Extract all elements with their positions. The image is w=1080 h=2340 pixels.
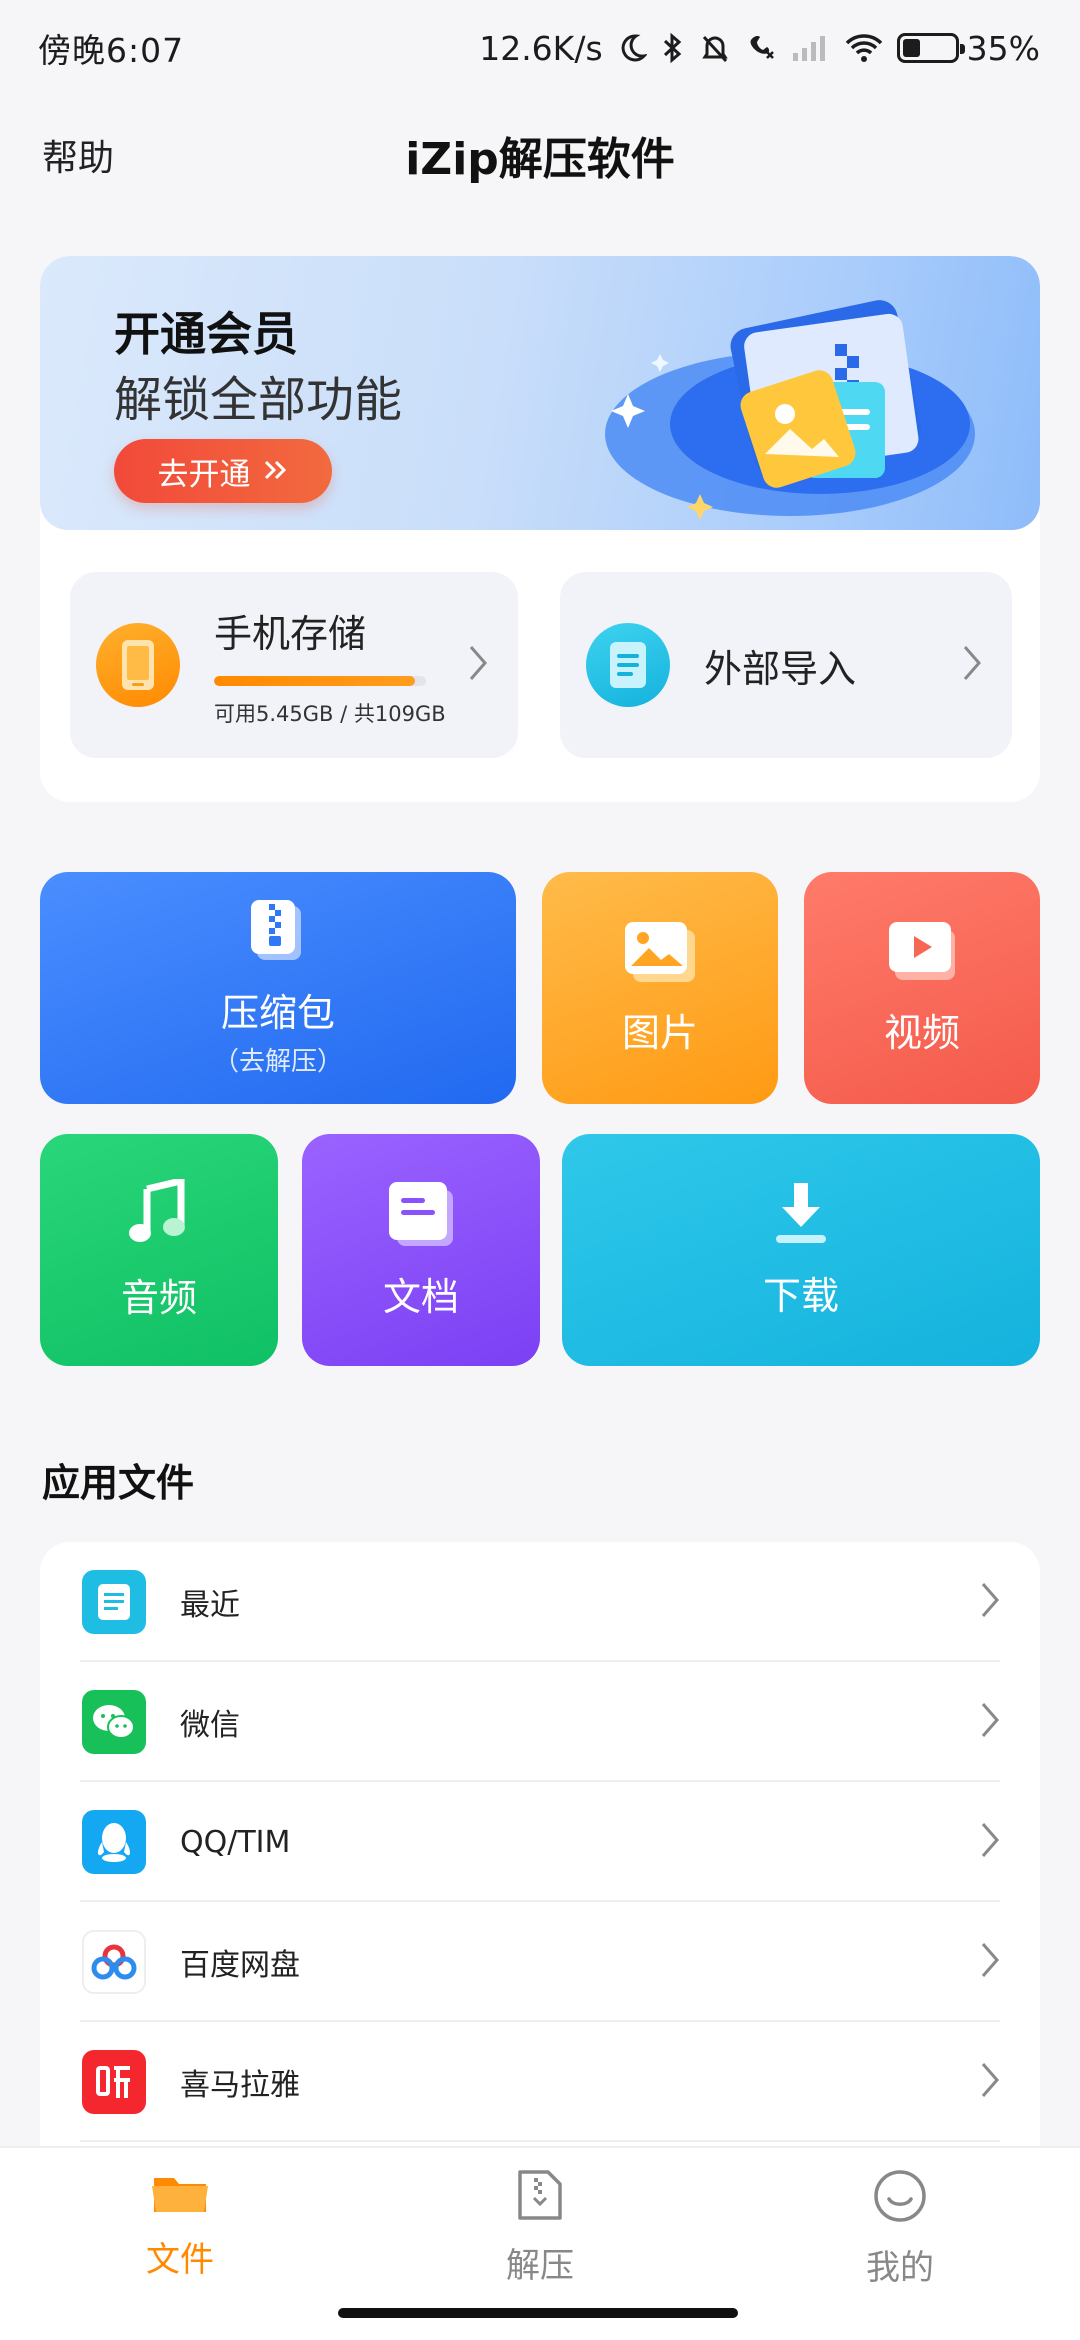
music-note-icon <box>127 1176 191 1253</box>
screen: 傍晚6:07 12.6K/s 35% 帮助 iZip解压软件 开通会员 解锁全部… <box>0 0 1080 2340</box>
category-audio[interactable]: 音频 <box>40 1134 278 1366</box>
vip-banner[interactable]: 开通会员 解锁全部功能 去开通 <box>40 256 1040 530</box>
list-item-label: 喜马拉雅 <box>180 2068 300 2103</box>
help-link[interactable]: 帮助 <box>42 129 114 181</box>
chevron-right-icon <box>980 1701 1000 1743</box>
category-image-label: 图片 <box>621 1010 698 1055</box>
phone-storage-card[interactable]: 手机存储 可用5.45GB / 共109GB <box>70 572 518 758</box>
video-play-icon <box>887 920 957 988</box>
category-audio-label: 音频 <box>120 1275 197 1320</box>
wifi-icon <box>845 33 883 63</box>
zip-file-icon <box>245 898 311 968</box>
category-document[interactable]: 文档 <box>302 1134 540 1366</box>
tab-files[interactable]: 文件 <box>80 2168 280 2281</box>
status-bar: 傍晚6:07 12.6K/s 35% <box>0 0 1080 96</box>
folder-icon <box>150 2168 210 2220</box>
home-indicator[interactable] <box>338 2308 738 2318</box>
status-time: 傍晚6:07 <box>38 31 185 70</box>
category-download[interactable]: 下载 <box>562 1134 1040 1366</box>
battery-indicator: 35% <box>896 28 1040 68</box>
external-import-card[interactable]: 外部导入 <box>560 572 1012 758</box>
chevron-right-icon <box>980 1941 1000 1983</box>
phone-storage-detail: 可用5.45GB / 共109GB <box>214 701 446 726</box>
battery-icon <box>896 33 965 63</box>
status-icons: 12.6K/s 35% <box>479 29 1040 68</box>
list-item-qq[interactable]: QQ/TIM <box>40 1782 1040 1902</box>
bluetooth-icon <box>661 32 685 64</box>
bell-muted-icon <box>699 32 731 64</box>
chevron-right-icon <box>468 644 488 686</box>
tab-me-label: 我的 <box>866 2248 934 2288</box>
moon-icon <box>617 33 647 63</box>
qq-penguin-icon <box>82 1810 146 1874</box>
category-document-label: 文档 <box>382 1274 459 1319</box>
category-image[interactable]: 图片 <box>542 872 778 1104</box>
external-import-name: 外部导入 <box>704 646 857 691</box>
list-item-ximalaya[interactable]: 喜马拉雅 <box>40 2022 1040 2142</box>
external-import-info: 外部导入 <box>704 638 962 693</box>
list-item-recent[interactable]: 最近 <box>40 1542 1040 1662</box>
double-chevron-icon <box>263 453 289 489</box>
vip-open-button[interactable]: 去开通 <box>114 439 332 503</box>
zip-document-icon <box>514 2168 566 2226</box>
signal-icon <box>791 33 831 63</box>
list-item-wechat[interactable]: 微信 <box>40 1662 1040 1782</box>
net-speed: 12.6K/s <box>479 28 603 68</box>
ximalaya-icon <box>82 2050 146 2114</box>
chevron-right-icon <box>962 644 982 686</box>
list-item-label: 最近 <box>180 1588 240 1623</box>
section-title-app-files: 应用文件 <box>42 1461 195 1505</box>
folder-illustration-icon <box>600 284 1000 528</box>
tab-unzip[interactable]: 解压 <box>440 2168 640 2287</box>
wechat-icon <box>82 1690 146 1754</box>
battery-percent: 35% <box>966 28 1040 68</box>
phone-icon <box>96 623 180 707</box>
top-card: 开通会员 解锁全部功能 去开通 手机存储 可用5.45GB / 共109GB 外… <box>40 256 1040 802</box>
app-files-list: 最近 微信 QQ/TIM 百度网盘 喜马拉雅 <box>40 1542 1040 2162</box>
import-document-icon <box>586 623 670 707</box>
call-icon <box>745 32 777 64</box>
chevron-right-icon <box>980 1821 1000 1863</box>
storage-progress-fill <box>214 675 416 686</box>
chevron-right-icon <box>980 1581 1000 1623</box>
category-video[interactable]: 视频 <box>804 872 1040 1104</box>
category-download-label: 下载 <box>762 1273 839 1318</box>
vip-open-label: 去开通 <box>157 456 251 493</box>
list-item-label: QQ/TIM <box>180 1824 291 1860</box>
tab-unzip-label: 解压 <box>506 2246 574 2286</box>
chevron-right-icon <box>980 2061 1000 2103</box>
phone-storage-name: 手机存储 <box>214 611 367 656</box>
baidu-netdisk-icon <box>82 1930 146 1994</box>
tab-me[interactable]: 我的 <box>800 2168 1000 2289</box>
category-zip[interactable]: 压缩包 （去解压） <box>40 872 516 1104</box>
storage-progress-bar <box>214 675 426 686</box>
phone-storage-info: 手机存储 可用5.45GB / 共109GB <box>214 603 468 728</box>
recent-document-icon <box>82 1570 146 1634</box>
page-title: iZip解压软件 <box>405 134 675 185</box>
list-item-label: 百度网盘 <box>180 1948 300 1983</box>
category-video-label: 视频 <box>883 1010 960 1055</box>
category-zip-label: 压缩包 <box>220 991 335 1035</box>
tab-files-label: 文件 <box>146 2240 214 2280</box>
category-zip-sub: （去解压） <box>212 1047 343 1077</box>
smiley-face-icon <box>872 2168 928 2228</box>
download-icon <box>772 1181 830 1251</box>
list-item-baidu-netdisk[interactable]: 百度网盘 <box>40 1902 1040 2022</box>
vip-subtitle: 解锁全部功能 <box>114 372 403 428</box>
vip-title: 开通会员 <box>114 307 298 361</box>
app-header: 帮助 iZip解压软件 <box>0 110 1080 200</box>
document-icon <box>387 1180 455 1252</box>
image-icon <box>623 920 697 988</box>
list-item-label: 微信 <box>180 1708 240 1743</box>
